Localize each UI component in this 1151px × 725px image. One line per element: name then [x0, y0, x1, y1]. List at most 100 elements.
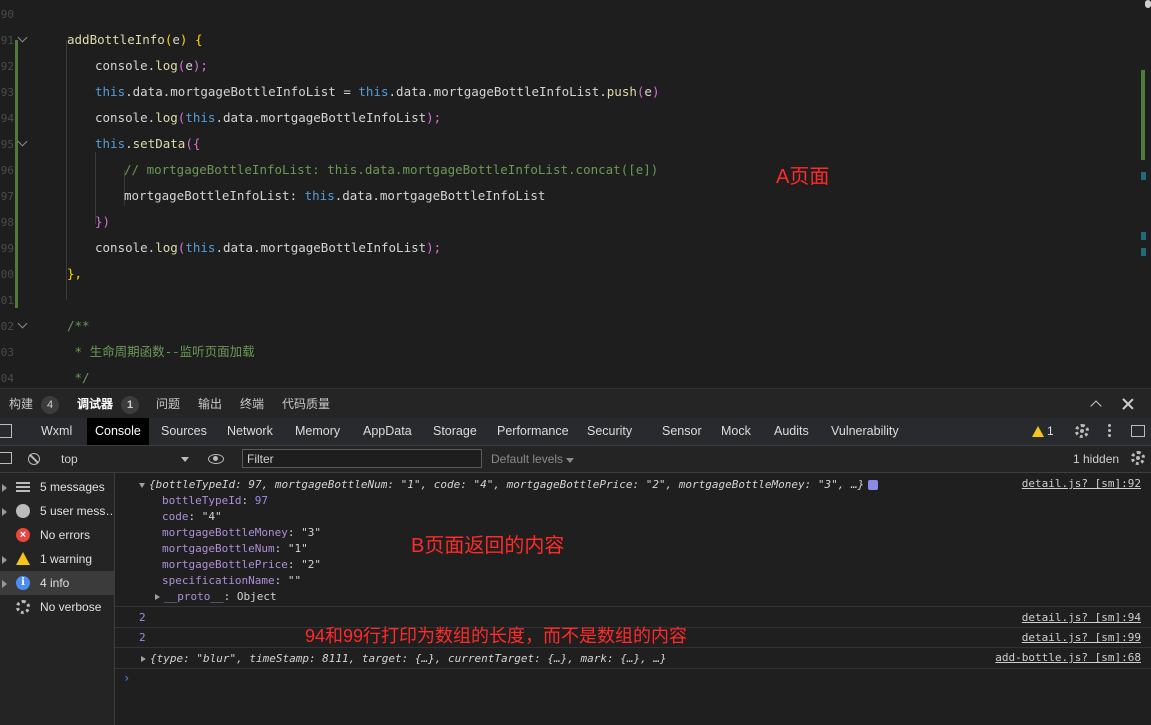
code-line[interactable]: console.log(this.data.mortgageBottleInfo… — [95, 239, 441, 257]
clear-console-icon[interactable] — [28, 453, 40, 465]
tab-storage[interactable]: Storage — [433, 418, 477, 445]
tab-security[interactable]: Security — [587, 418, 632, 445]
expand-arrow-icon[interactable] — [2, 484, 7, 492]
line-number: 99 — [0, 242, 14, 255]
chevron-up-icon[interactable] — [1091, 399, 1100, 408]
fold-chevron-icon[interactable] — [18, 138, 28, 148]
console-output[interactable]: {bottleTypeId: 97, mortgageBottleNum: "1… — [115, 473, 1151, 725]
dock-side-icon[interactable] — [1131, 425, 1145, 437]
line-number: 97 — [0, 190, 14, 203]
tab-terminal[interactable]: 终端 — [240, 389, 264, 419]
code-line[interactable]: /** — [67, 317, 90, 335]
minimap-change-marker — [1141, 70, 1145, 160]
tab-mock[interactable]: Mock — [721, 418, 751, 445]
fold-chevron-icon[interactable] — [18, 320, 28, 330]
error-icon: × — [16, 528, 30, 542]
object-property: code: "4" — [162, 510, 222, 523]
tab-sources[interactable]: Sources — [161, 418, 207, 445]
tab-problems[interactable]: 问题 — [156, 389, 180, 419]
sidebar-item-verbose[interactable]: No verbose — [0, 595, 114, 619]
live-expression-eye-icon[interactable] — [208, 454, 224, 464]
sidebar-item-warnings[interactable]: 1 warning — [0, 547, 114, 571]
sidebar-item-messages[interactable]: 5 messages — [0, 475, 114, 499]
tab-vulnerability[interactable]: Vulnerability — [831, 418, 899, 445]
code-line[interactable]: console.log(e); — [95, 57, 208, 75]
tab-audits[interactable]: Audits — [774, 418, 809, 445]
tab-console[interactable]: Console — [87, 418, 149, 445]
sidebar-item-user-messages[interactable]: 5 user mess… — [0, 499, 114, 523]
code-line[interactable]: addBottleInfo(e) { — [67, 31, 203, 49]
tab-wxml[interactable]: Wxml — [41, 418, 72, 445]
object-property: bottleTypeId: 97 — [162, 494, 268, 507]
inspect-icon[interactable] — [0, 424, 12, 438]
default-levels-dropdown[interactable]: Default levels — [491, 452, 575, 466]
code-editor[interactable]: 90 91 92 93 94 95 96 97 98 99 00 01 02 03 04 addBottle… — [0, 0, 1151, 388]
filter-input[interactable]: Filter — [242, 449, 482, 468]
annotation-a-page: A页面 — [776, 166, 830, 188]
expand-arrow-icon[interactable] — [2, 556, 7, 564]
code-line[interactable]: this.setData({ — [95, 135, 200, 153]
source-link[interactable]: add-bottle.js? [sm]:68 — [995, 651, 1141, 664]
sidebar-toggle-icon[interactable] — [0, 452, 12, 464]
collapse-arrow-icon[interactable] — [139, 483, 145, 488]
warning-count[interactable]: 1 — [1047, 418, 1054, 445]
tab-sensor[interactable]: Sensor — [662, 418, 702, 445]
tab-output[interactable]: 输出 — [198, 389, 222, 419]
tab-performance[interactable]: Performance — [497, 418, 569, 445]
tab-debugger-label: 调试器 — [77, 397, 114, 411]
line-number: 93 — [0, 86, 14, 99]
line-number: 96 — [0, 164, 14, 177]
tab-build-label: 构建 — [9, 397, 34, 411]
line-number: 94 — [0, 112, 14, 125]
sidebar-item-info[interactable]: i 4 info — [0, 571, 114, 595]
line-number: 95 — [0, 138, 14, 151]
tab-memory[interactable]: Memory — [295, 418, 340, 445]
scrollbar-thumb[interactable] — [1145, 0, 1151, 8]
settings-gear-icon[interactable] — [1075, 424, 1089, 438]
tab-code-quality[interactable]: 代码质量 — [282, 389, 330, 419]
expand-arrow-icon[interactable] — [155, 594, 160, 600]
minimap-marker — [1141, 232, 1146, 240]
line-gutter: 90 91 92 93 94 95 96 97 98 99 00 01 02 03 04 — [0, 0, 38, 388]
modified-lines-bar — [15, 40, 18, 308]
expand-arrow-icon[interactable] — [2, 580, 7, 588]
code-line[interactable]: */ — [67, 369, 90, 387]
code-line[interactable]: }) — [95, 213, 110, 231]
source-link[interactable]: detail.js? [sm]:99 — [1022, 631, 1141, 644]
tab-network[interactable]: Network — [227, 418, 273, 445]
code-line[interactable]: }, — [67, 265, 82, 283]
context-select[interactable]: top — [61, 452, 189, 466]
more-options-icon[interactable] — [1108, 424, 1111, 439]
warning-icon[interactable] — [1032, 426, 1044, 437]
code-line[interactable]: // mortgageBottleInfoList: this.data.mor… — [124, 161, 658, 179]
console-settings-gear-icon[interactable] — [1131, 451, 1145, 465]
expand-arrow-icon[interactable] — [2, 508, 7, 516]
sidebar-item-errors[interactable]: × No errors — [0, 523, 114, 547]
warning-icon — [16, 552, 30, 565]
code-line[interactable]: this.data.mortgageBottleInfoList = this.… — [95, 83, 659, 101]
log-object-summary[interactable]: {bottleTypeId: 97, mortgageBottleNum: "1… — [139, 478, 1151, 491]
annotation-array-length: 94和99行打印为数组的长度，而不是数组的内容 — [305, 626, 688, 646]
context-label: top — [61, 452, 78, 466]
console-toolbar: top Filter Default levels 1 hidden — [0, 446, 1151, 473]
code-line[interactable]: mortgageBottleInfoList: this.data.mortga… — [124, 187, 545, 205]
expand-arrow-icon[interactable] — [141, 656, 146, 662]
code-line[interactable]: * 生命周期函数--监听页面加载 — [67, 343, 255, 361]
close-icon[interactable] — [1121, 397, 1135, 411]
tab-build[interactable]: 构建 4 — [9, 389, 60, 419]
line-number: 98 — [0, 216, 14, 229]
fold-chevron-icon[interactable] — [18, 34, 28, 44]
source-link[interactable]: detail.js? [sm]:94 — [1022, 611, 1141, 624]
tab-debugger[interactable]: 调试器 1 — [77, 389, 140, 419]
line-number: 90 — [0, 8, 14, 21]
sidebar-item-label: 4 info — [40, 576, 70, 590]
object-summary-text: {bottleTypeId: 97, mortgageBottleNum: "1… — [149, 478, 865, 491]
line-number: 03 — [0, 346, 14, 359]
line-number: 92 — [0, 60, 14, 73]
source-link[interactable]: detail.js? [sm]:92 — [1022, 477, 1141, 490]
code-line[interactable]: console.log(this.data.mortgageBottleInfo… — [95, 109, 441, 127]
event-summary-text: {type: "blur", timeStamp: 8111, target: … — [150, 652, 667, 665]
tab-appdata[interactable]: AppData — [363, 418, 412, 445]
console-prompt-icon[interactable]: › — [123, 671, 130, 685]
proto-row[interactable]: __proto__: Object — [155, 590, 1151, 603]
